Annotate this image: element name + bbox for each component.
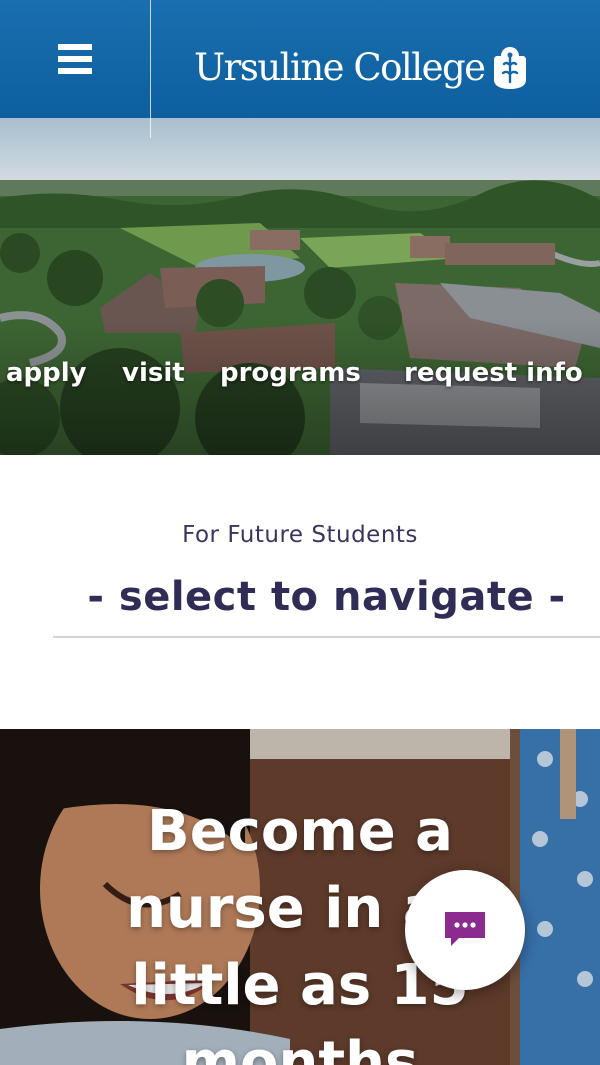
hero-campus-image: apply visit programs request info xyxy=(0,118,600,455)
chat-bubble-icon xyxy=(445,912,485,946)
campus-aerial-illustration xyxy=(0,118,600,455)
hamburger-menu-icon xyxy=(58,44,92,74)
visit-link[interactable]: visit xyxy=(122,358,185,388)
college-emblem-icon xyxy=(493,47,526,89)
site-header: Ursuline College xyxy=(0,0,600,118)
future-students-label: For Future Students xyxy=(182,522,418,548)
chat-button[interactable] xyxy=(405,870,525,990)
apply-link[interactable]: apply xyxy=(6,358,87,388)
menu-button[interactable] xyxy=(0,0,150,118)
navigate-select[interactable]: - select to navigate - xyxy=(53,568,600,638)
quick-links-bar: apply visit programs request info xyxy=(0,353,600,393)
logo-text: Ursuline College xyxy=(194,46,486,89)
header-divider xyxy=(150,0,151,138)
programs-link[interactable]: programs xyxy=(220,358,361,388)
navigate-select-value: - select to navigate - xyxy=(87,574,566,620)
college-logo[interactable]: Ursuline College xyxy=(194,46,527,90)
request-info-link[interactable]: request info xyxy=(404,358,583,388)
